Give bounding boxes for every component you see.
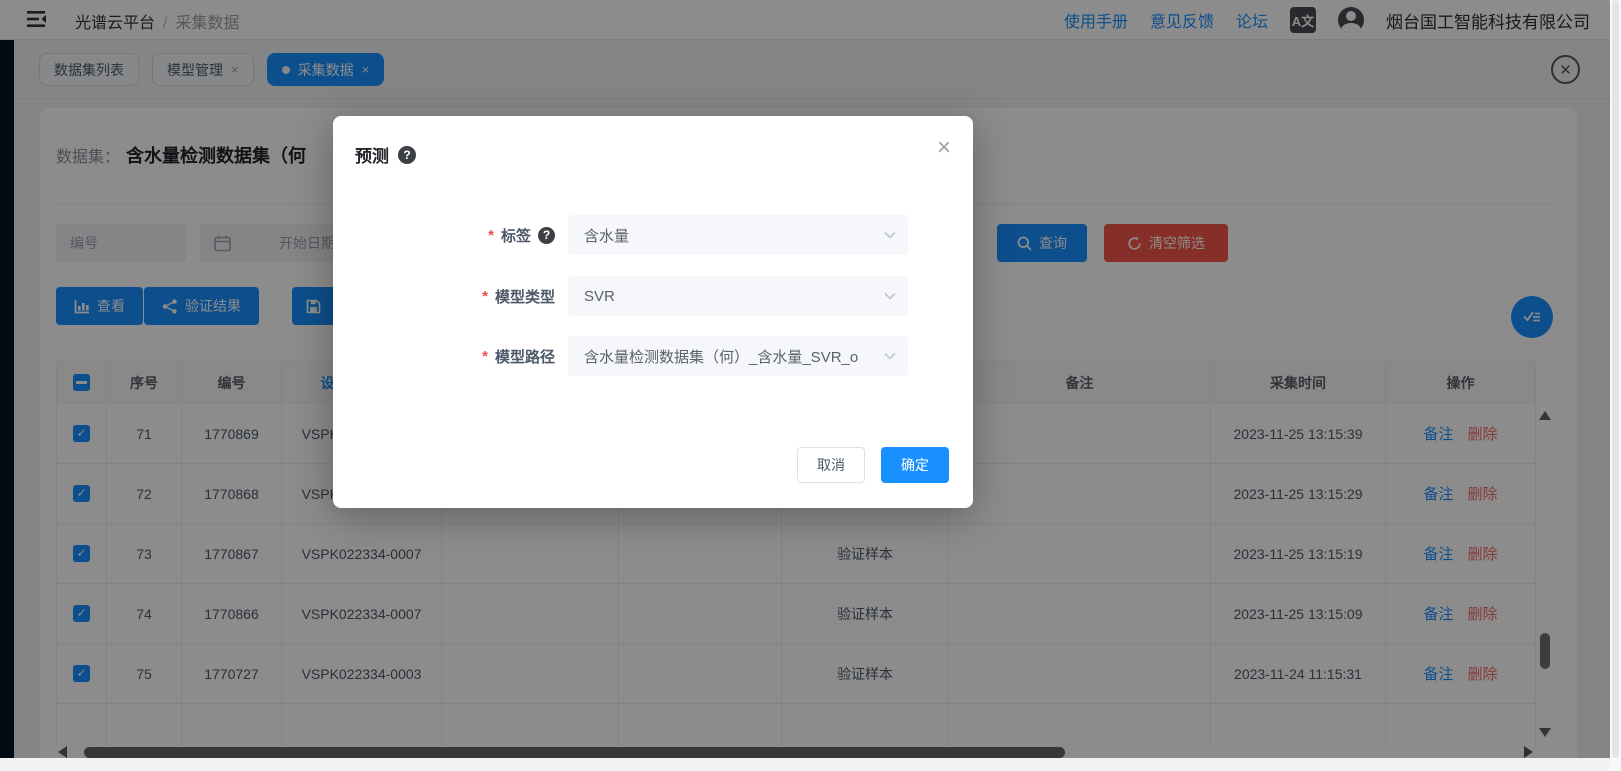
required-mark: * [488, 227, 494, 244]
model-type-field-name: 模型类型 [495, 286, 555, 307]
browser-scrollbar-area[interactable] [1610, 0, 1621, 771]
confirm-button[interactable]: 确定 [881, 447, 949, 483]
model-path-field-name: 模型路径 [495, 346, 555, 367]
modal-title: 预测 ? [355, 142, 416, 167]
label-select-value: 含水量 [584, 225, 878, 246]
model-path-select[interactable]: 含水量检测数据集（何）_含水量_SVR_o [568, 336, 908, 376]
screen: 光谱云平台/采集数据 使用手册 意见反馈 论坛 A文 烟台国工智能科技有限公司 … [0, 0, 1621, 771]
required-mark: * [482, 348, 488, 365]
cancel-button[interactable]: 取消 [797, 447, 865, 483]
help-icon[interactable]: ? [538, 227, 555, 244]
modal-close-icon[interactable]: × [937, 136, 951, 160]
chevron-down-icon [882, 348, 898, 364]
model-path-select-value: 含水量检测数据集（何）_含水量_SVR_o [584, 346, 878, 367]
label-field-name: 标签 [501, 225, 531, 246]
chevron-down-icon [882, 288, 898, 304]
browser-scroll-thumb[interactable] [1612, 0, 1619, 758]
bottom-gutter [0, 758, 1610, 771]
field-row-label: * 标签 ? 含水量 [333, 215, 973, 255]
required-mark: * [482, 288, 488, 305]
chevron-down-icon [882, 227, 898, 243]
field-row-model-path: * 模型路径 含水量检测数据集（何）_含水量_SVR_o [333, 336, 973, 376]
modal-title-text: 预测 [355, 142, 389, 167]
model-type-select[interactable]: SVR [568, 276, 908, 316]
model-type-select-value: SVR [584, 288, 878, 305]
predict-modal: 预测 ? × * 标签 ? 含水量 * 模型类型 SVR [333, 116, 973, 508]
field-row-model-type: * 模型类型 SVR [333, 276, 973, 316]
label-select[interactable]: 含水量 [568, 215, 908, 255]
help-icon[interactable]: ? [398, 146, 416, 164]
